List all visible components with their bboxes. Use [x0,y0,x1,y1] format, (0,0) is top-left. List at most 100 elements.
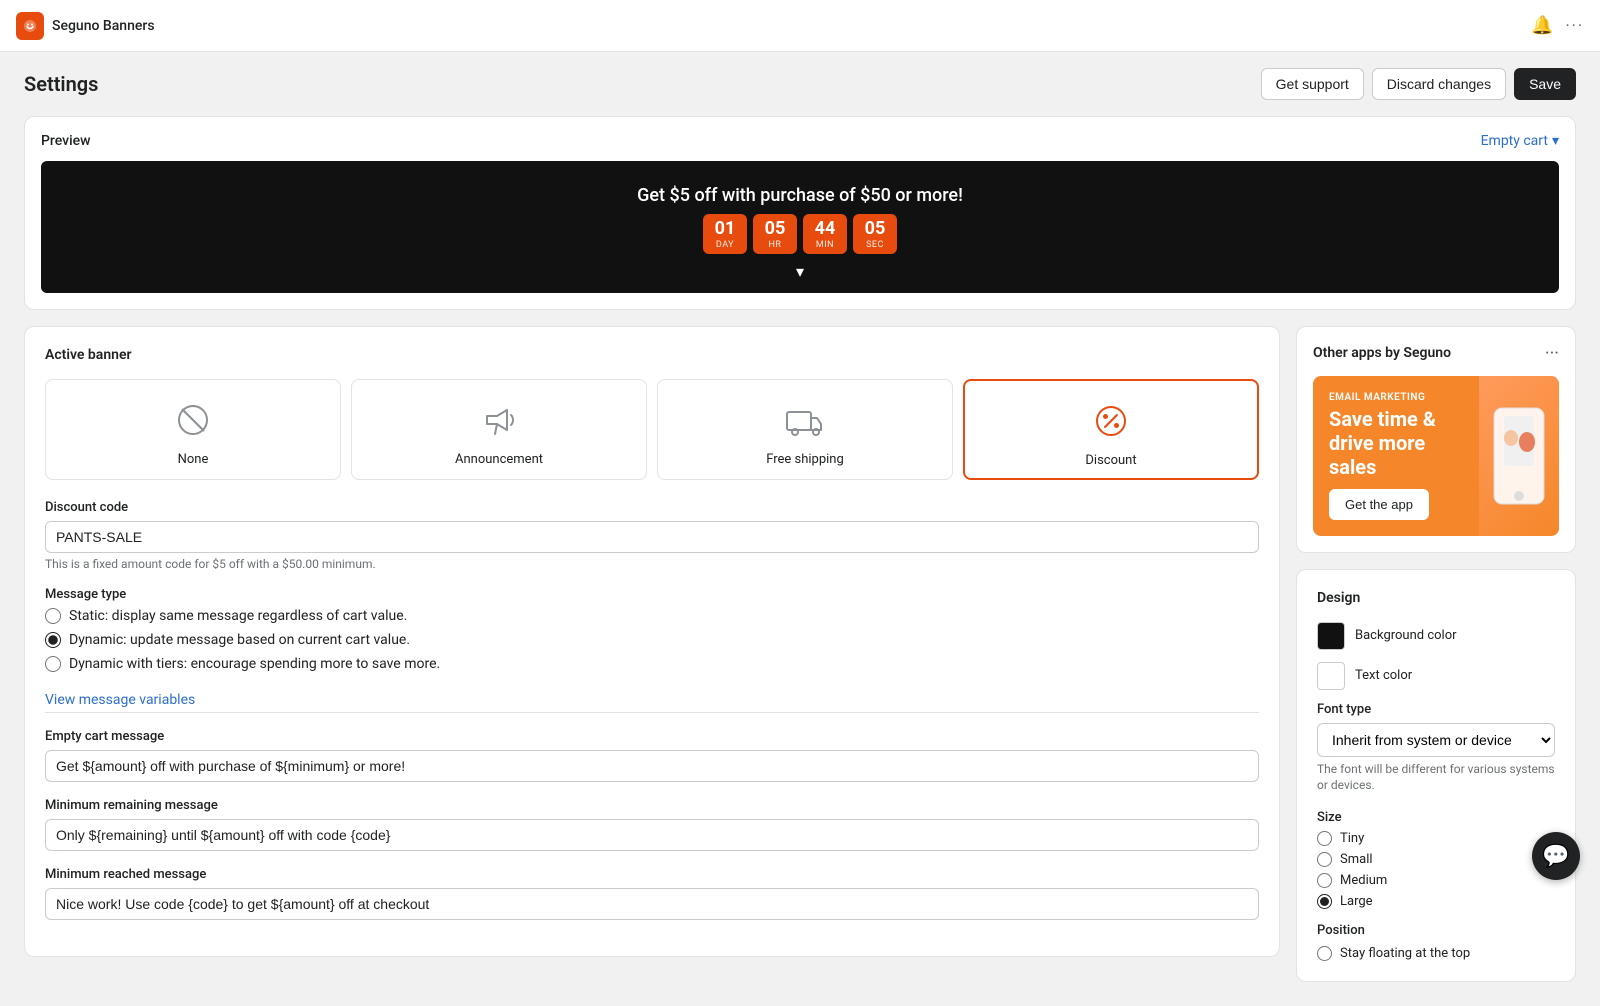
chat-icon: 💬 [1542,844,1569,869]
preview-header: Preview Empty cart ▾ [41,133,1559,149]
banner-type-free-shipping[interactable]: Free shipping [657,379,953,480]
position-options: Stay floating at the top [1317,946,1555,961]
dynamic-tiers-option[interactable]: Dynamic with tiers: encourage spending m… [45,656,1259,672]
banner-type-discount[interactable]: Discount [963,379,1259,480]
main-content: Preview Empty cart ▾ Get $5 off with pur… [0,116,1600,1006]
other-apps-more-button[interactable]: ··· [1545,343,1559,364]
countdown-hr: 05 HR [753,214,797,254]
discount-icon [973,397,1249,445]
promo-banner: EMAIL MARKETING Save time & drive more s… [1313,376,1559,536]
discard-changes-button[interactable]: Discard changes [1372,68,1506,100]
promo-phone-graphic [1479,376,1559,536]
size-medium[interactable]: Medium [1317,873,1555,888]
banner-type-announcement-label: Announcement [360,452,638,467]
banner-preview: Get $5 off with purchase of $50 or more!… [41,161,1559,293]
top-nav: Seguno Banners 🔔 ··· [0,0,1600,52]
right-column: Other apps by Seguno ··· EMAIL MARKETING… [1296,326,1576,983]
page-actions: Get support Discard changes Save [1261,68,1576,100]
font-type-label: Font type [1317,702,1555,717]
nav-actions: 🔔 ··· [1531,15,1584,36]
active-banner-card: Active banner None [24,326,1280,957]
size-large[interactable]: Large [1317,894,1555,909]
minimum-remaining-group: Minimum remaining message [45,798,1259,851]
banner-type-free-shipping-label: Free shipping [666,452,944,467]
size-small[interactable]: Small [1317,852,1555,867]
empty-cart-selector[interactable]: Empty cart ▾ [1481,133,1559,149]
font-type-select[interactable]: Inherit from system or deviceArialGeorgi… [1317,723,1555,757]
position-floating[interactable]: Stay floating at the top [1317,946,1555,961]
discount-code-input[interactable] [45,521,1259,553]
discount-code-label: Discount code [45,500,1259,515]
banner-type-discount-label: Discount [973,453,1249,468]
free-shipping-icon [666,396,944,444]
left-column: Active banner None [24,326,1280,957]
empty-cart-message-input[interactable] [45,750,1259,782]
text-color-label: Text color [1355,668,1412,683]
message-type-group: Message type Static: display same messag… [45,587,1259,672]
promo-top-label: EMAIL MARKETING [1329,392,1447,403]
get-support-button[interactable]: Get support [1261,68,1364,100]
bell-icon[interactable]: 🔔 [1531,15,1553,36]
countdown-timer: 01 DAY 05 HR 44 MIN 05 SEC [57,214,1543,254]
page-title: Settings [24,72,98,96]
minimum-remaining-input[interactable] [45,819,1259,851]
banner-type-selector: None Announcement [45,379,1259,480]
size-label: Size [1317,810,1555,825]
countdown-day: 01 DAY [703,214,747,254]
app-icon [16,12,44,40]
minimum-reached-input[interactable] [45,888,1259,920]
dynamic-radio[interactable] [45,632,61,648]
static-radio[interactable] [45,608,61,624]
promo-headline: Save time & drive more sales [1329,407,1447,479]
other-apps-card: Other apps by Seguno ··· EMAIL MARKETING… [1296,326,1576,553]
size-large-radio[interactable] [1317,894,1332,909]
message-type-label: Message type [45,587,1259,602]
promo-cta-button[interactable]: Get the app [1329,489,1429,520]
preview-label: Preview [41,133,91,149]
text-color-row: Text color [1317,662,1555,690]
view-variables-link[interactable]: View message variables [45,692,195,708]
design-title: Design [1317,590,1555,606]
dynamic-option[interactable]: Dynamic: update message based on current… [45,632,1259,648]
static-option[interactable]: Static: display same message regardless … [45,608,1259,624]
font-type-hint: The font will be different for various s… [1317,761,1555,795]
banner-type-announcement[interactable]: Announcement [351,379,647,480]
size-options: Tiny Small Medium Large [1317,831,1555,909]
design-section: Design Background color Text color Font … [1297,570,1575,982]
other-apps-title: Other apps by Seguno [1313,345,1451,361]
save-button[interactable]: Save [1514,68,1576,100]
banner-type-none-label: None [54,452,332,467]
empty-cart-message-group: Empty cart message [45,729,1259,782]
background-color-label: Background color [1355,628,1457,643]
active-banner-title: Active banner [45,347,1259,363]
position-floating-radio[interactable] [1317,946,1332,961]
size-tiny-radio[interactable] [1317,831,1332,846]
banner-expand-icon[interactable]: ▾ [57,262,1543,281]
minimum-reached-label: Minimum reached message [45,867,1259,882]
announcement-icon [360,396,638,444]
discount-code-group: Discount code This is a fixed amount cod… [45,500,1259,571]
countdown-sec: 05 SEC [853,214,897,254]
design-card: Design Background color Text color Font … [1296,569,1576,983]
banner-type-none[interactable]: None [45,379,341,480]
dynamic-tiers-radio[interactable] [45,656,61,672]
message-type-options: Static: display same message regardless … [45,608,1259,672]
app-branding: Seguno Banners [16,12,155,40]
font-type-group: Font type Inherit from system or deviceA… [1317,702,1555,795]
banner-preview-text: Get $5 off with purchase of $50 or more! [57,185,1543,206]
empty-cart-message-label: Empty cart message [45,729,1259,744]
chat-button[interactable]: 💬 [1532,832,1580,880]
background-color-swatch[interactable] [1317,622,1345,650]
preview-card: Preview Empty cart ▾ Get $5 off with pur… [24,116,1576,310]
size-tiny[interactable]: Tiny [1317,831,1555,846]
position-label: Position [1317,923,1555,938]
background-color-row: Background color [1317,622,1555,650]
size-medium-radio[interactable] [1317,873,1332,888]
more-icon[interactable]: ··· [1565,16,1584,35]
page-header: Settings Get support Discard changes Sav… [0,52,1600,116]
discount-code-hint: This is a fixed amount code for $5 off w… [45,557,1259,571]
text-color-swatch[interactable] [1317,662,1345,690]
none-icon [54,396,332,444]
size-small-radio[interactable] [1317,852,1332,867]
minimum-reached-group: Minimum reached message [45,867,1259,920]
